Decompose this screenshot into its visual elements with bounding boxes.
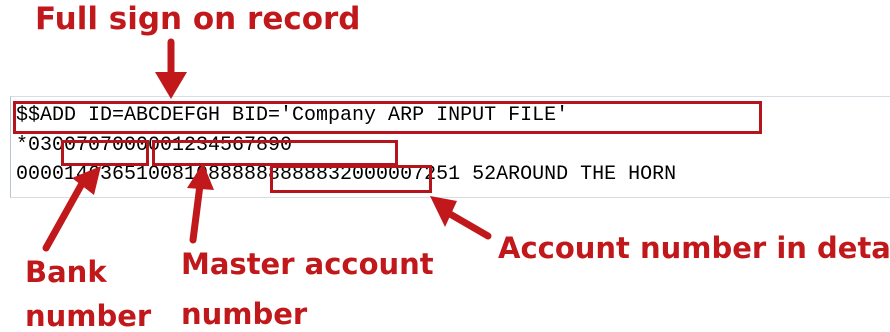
master-account-callout-line-2: number [181, 297, 308, 331]
account-number-callout: Account number in detail [498, 231, 890, 265]
annotated-record-figure: Full sign on record $$ADD ID=ABCDEFGH BI… [0, 0, 890, 332]
callout-arrows [42, 38, 492, 252]
bank-number-callout-line-2: number [25, 299, 152, 332]
master-account-callout-line-1: Master account [181, 247, 434, 281]
master-account-arrow-icon [187, 163, 214, 244]
bank-number-callout-line-1: Bank [25, 255, 107, 289]
account-number-arrow-icon [430, 196, 492, 240]
bank-number-arrow-icon [42, 166, 101, 252]
full-sign-arrow-icon [155, 38, 187, 99]
